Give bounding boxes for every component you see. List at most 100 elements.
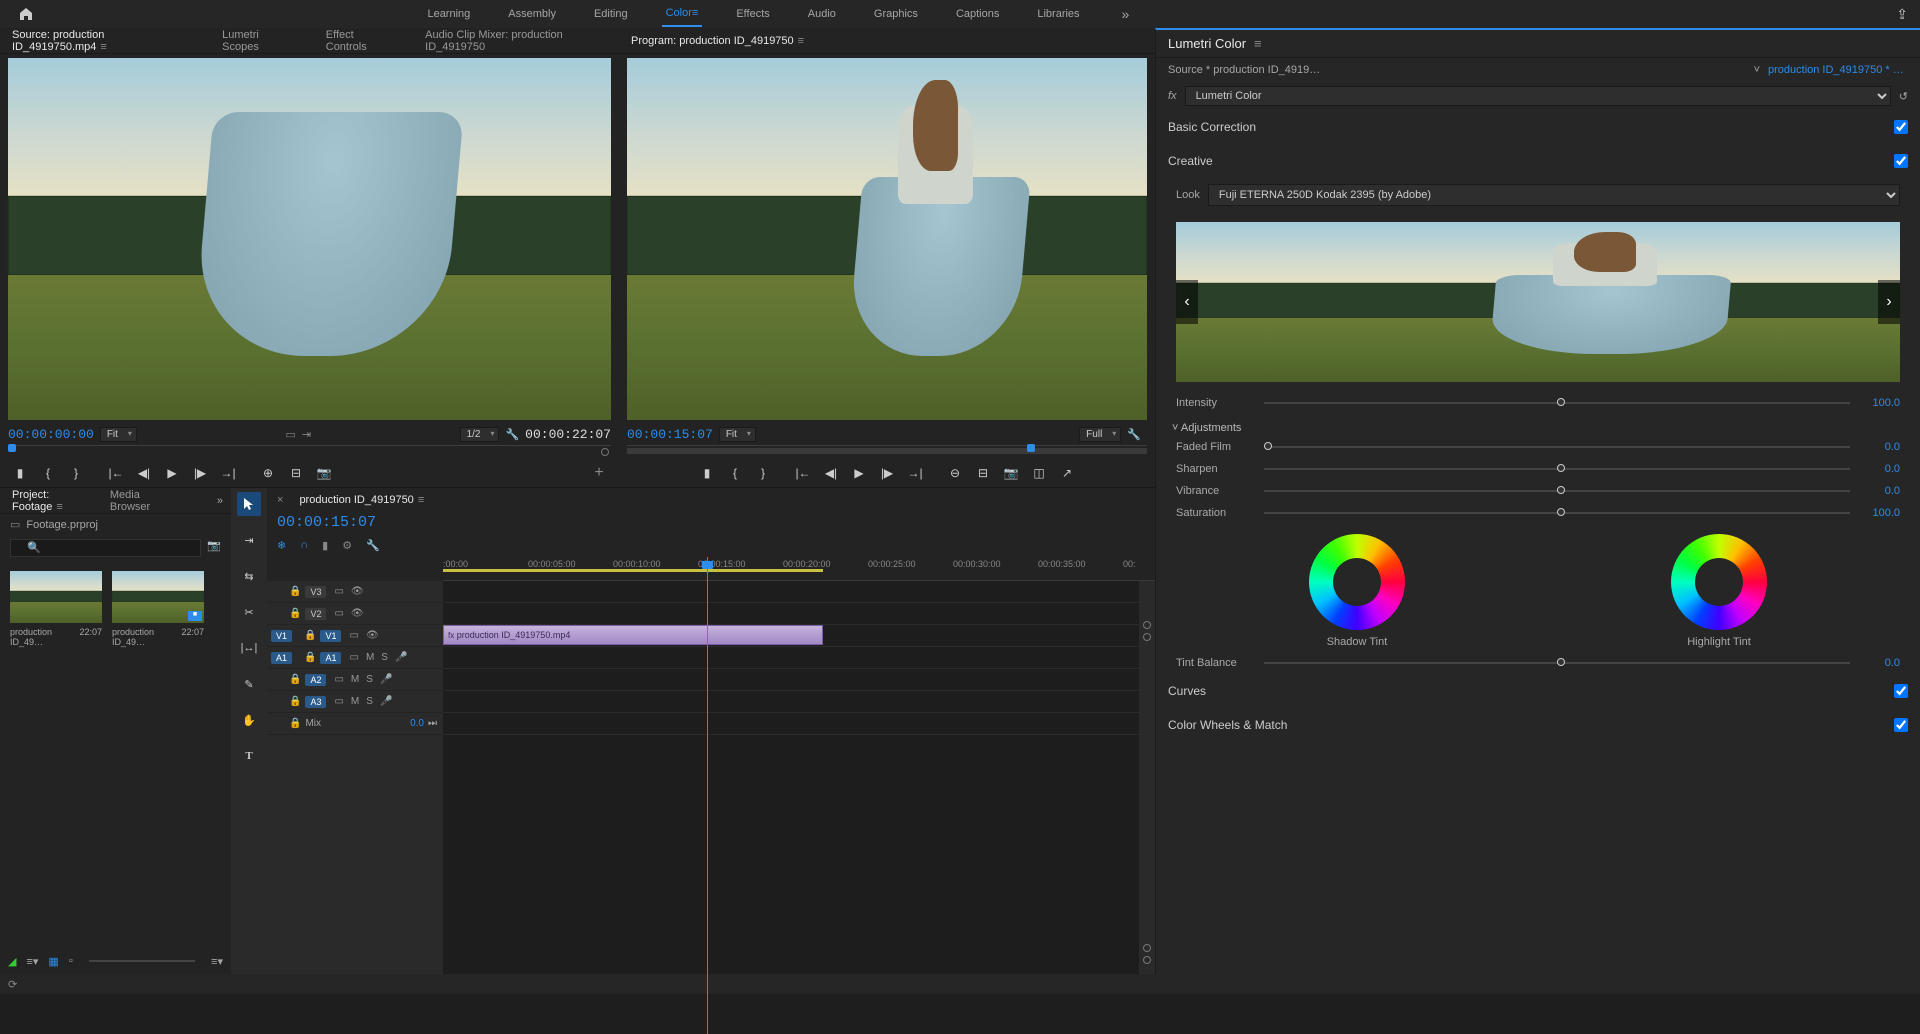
add-marker-icon[interactable]: ▮ xyxy=(322,539,328,552)
audio-clip-mixer-tab[interactable]: Audio Clip Mixer: production ID_4919750 xyxy=(419,25,619,57)
workspace-graphics[interactable]: Graphics xyxy=(870,2,922,26)
creative-section[interactable]: Creative xyxy=(1156,144,1920,178)
program-button-editor[interactable]: ↗ xyxy=(1057,463,1077,483)
sharpen-slider[interactable] xyxy=(1264,468,1850,470)
wrench-icon[interactable]: 🔧 xyxy=(1127,428,1141,441)
color-wheels-match-toggle[interactable] xyxy=(1894,718,1908,732)
share-icon[interactable]: ⇪ xyxy=(1896,6,1908,23)
program-step-forward-button[interactable]: |▶ xyxy=(877,463,897,483)
source-scrub-bar[interactable] xyxy=(8,445,611,459)
source-tab[interactable]: Source: production ID_4919750.mp4≡ xyxy=(6,25,196,57)
linked-selection-icon[interactable]: ∩ xyxy=(300,539,308,551)
step-forward-button[interactable]: |▶ xyxy=(190,463,210,483)
button-editor-plus[interactable]: + xyxy=(589,463,609,483)
intensity-slider[interactable] xyxy=(1264,402,1850,404)
v-scroll-handle[interactable] xyxy=(1143,633,1151,641)
workspace-color[interactable]: Color≡ xyxy=(662,1,703,27)
overwrite-button[interactable]: ⊟ xyxy=(286,463,306,483)
workspace-assembly[interactable]: Assembly xyxy=(504,2,560,26)
workspace-overflow-icon[interactable]: » xyxy=(1122,6,1130,22)
program-step-back-button[interactable]: ◀| xyxy=(821,463,841,483)
mark-in-button[interactable]: { xyxy=(38,463,58,483)
workspace-color-menu-icon[interactable]: ≡ xyxy=(692,7,698,19)
extract-button[interactable]: ⊟ xyxy=(973,463,993,483)
source-timecode-in[interactable]: 00:00:00:00 xyxy=(8,427,94,442)
hand-tool[interactable]: ✋ xyxy=(237,708,261,732)
write-indicator-icon[interactable]: ◢ xyxy=(8,955,16,968)
sharpen-value[interactable]: 0.0 xyxy=(1860,463,1900,475)
shadow-tint-wheel[interactable] xyxy=(1309,534,1405,630)
mic-icon[interactable]: 🎤 xyxy=(395,652,407,663)
mix-expand-icon[interactable]: ⏭ xyxy=(428,718,443,729)
timeline-clip[interactable]: fx production ID_4919750.mp4 xyxy=(443,625,823,645)
go-to-out-button[interactable]: →| xyxy=(218,463,238,483)
vibrance-value[interactable]: 0.0 xyxy=(1860,485,1900,497)
track-select-tool[interactable]: ⇥ xyxy=(237,528,261,552)
go-to-in-button[interactable]: |← xyxy=(106,463,126,483)
track-output-icon[interactable]: ▭ xyxy=(334,586,343,597)
lumetri-effect-dropdown[interactable]: Lumetri Color xyxy=(1185,86,1891,106)
workspace-captions[interactable]: Captions xyxy=(952,2,1003,26)
track-visibility-icon[interactable]: 👁 xyxy=(351,586,364,597)
mark-out-button[interactable]: } xyxy=(66,463,86,483)
lumetri-menu-icon[interactable]: ≡ xyxy=(1254,36,1262,51)
program-scrub-bar[interactable] xyxy=(627,445,1147,459)
a-scroll-handle[interactable] xyxy=(1143,944,1151,952)
sync-icon[interactable]: ⟳ xyxy=(8,978,17,991)
program-play-button[interactable]: ▶ xyxy=(849,463,869,483)
workspace-libraries[interactable]: Libraries xyxy=(1033,2,1083,26)
color-wheels-match-section[interactable]: Color Wheels & Match xyxy=(1156,708,1920,742)
saturation-slider[interactable] xyxy=(1264,512,1850,514)
lumetri-source-crumb[interactable]: Source * production ID_4919… xyxy=(1168,64,1746,76)
v-zoom-out[interactable] xyxy=(1143,621,1151,629)
wrench-icon[interactable]: 🔧 xyxy=(505,428,519,441)
add-marker-button[interactable]: ▮ xyxy=(10,463,30,483)
adjustments-header[interactable]: Adjustments xyxy=(1156,414,1920,436)
insert-button[interactable]: ⊕ xyxy=(258,463,278,483)
source-patch-v1[interactable]: V1 xyxy=(271,630,292,642)
faded-film-slider[interactable] xyxy=(1264,446,1850,448)
program-go-to-out-button[interactable]: →| xyxy=(905,463,925,483)
comparison-view-button[interactable]: ◫ xyxy=(1029,463,1049,483)
pen-tool[interactable]: ✎ xyxy=(237,672,261,696)
media-browser-tab[interactable]: Media Browser xyxy=(104,485,169,517)
program-mark-out-button[interactable]: } xyxy=(753,463,773,483)
highlight-tint-wheel[interactable] xyxy=(1671,534,1767,630)
zoom-slider[interactable] xyxy=(89,960,195,962)
creative-toggle[interactable] xyxy=(1894,154,1908,168)
chevron-down-icon[interactable]: ˅ xyxy=(1754,64,1760,76)
intensity-value[interactable]: 100.0 xyxy=(1860,397,1900,409)
project-thumb[interactable]: ■ production ID_49…22:07 xyxy=(112,571,204,647)
tint-balance-slider[interactable] xyxy=(1264,662,1850,664)
sort-icon[interactable]: ≡▾ xyxy=(211,955,223,968)
project-overflow-icon[interactable]: » xyxy=(209,495,231,507)
curves-toggle[interactable] xyxy=(1894,684,1908,698)
look-next-button[interactable]: › xyxy=(1878,280,1900,324)
basic-correction-section[interactable]: Basic Correction xyxy=(1156,110,1920,144)
saturation-value[interactable]: 100.0 xyxy=(1860,507,1900,519)
workspace-audio[interactable]: Audio xyxy=(804,2,840,26)
workspace-learning[interactable]: Learning xyxy=(423,2,474,26)
timeline-tracks[interactable]: fx production ID_4919750.mp4 xyxy=(443,581,1139,974)
timeline-settings-icon[interactable]: ⚙ xyxy=(342,539,352,552)
icon-view-icon[interactable]: ▦ xyxy=(48,955,58,968)
source-fit-dropdown[interactable]: Fit xyxy=(100,427,137,442)
sequence-tab[interactable]: production ID_4919750≡ xyxy=(293,490,430,510)
program-tab[interactable]: Program: production ID_4919750≡ xyxy=(625,31,810,51)
lumetri-scopes-tab[interactable]: Lumetri Scopes xyxy=(216,25,300,57)
selection-tool[interactable] xyxy=(237,492,261,516)
program-timecode-in[interactable]: 00:00:15:07 xyxy=(627,427,713,442)
step-back-button[interactable]: ◀| xyxy=(134,463,154,483)
faded-film-value[interactable]: 0.0 xyxy=(1860,441,1900,453)
list-view-icon[interactable]: ≡▾ xyxy=(26,955,38,968)
track-target-v1[interactable]: V1 xyxy=(320,630,341,642)
type-tool[interactable]: T xyxy=(237,744,261,768)
slip-tool[interactable]: |↔| xyxy=(237,636,261,660)
tint-balance-value[interactable]: 0.0 xyxy=(1860,657,1900,669)
source-patch-a1[interactable]: A1 xyxy=(271,652,292,664)
play-button[interactable]: ▶ xyxy=(162,463,182,483)
workspace-editing[interactable]: Editing xyxy=(590,2,632,26)
snap-icon[interactable]: ❄ xyxy=(277,539,286,552)
project-thumb[interactable]: production ID_49…22:07 xyxy=(10,571,102,647)
freeform-view-icon[interactable]: ▫ xyxy=(69,955,73,967)
